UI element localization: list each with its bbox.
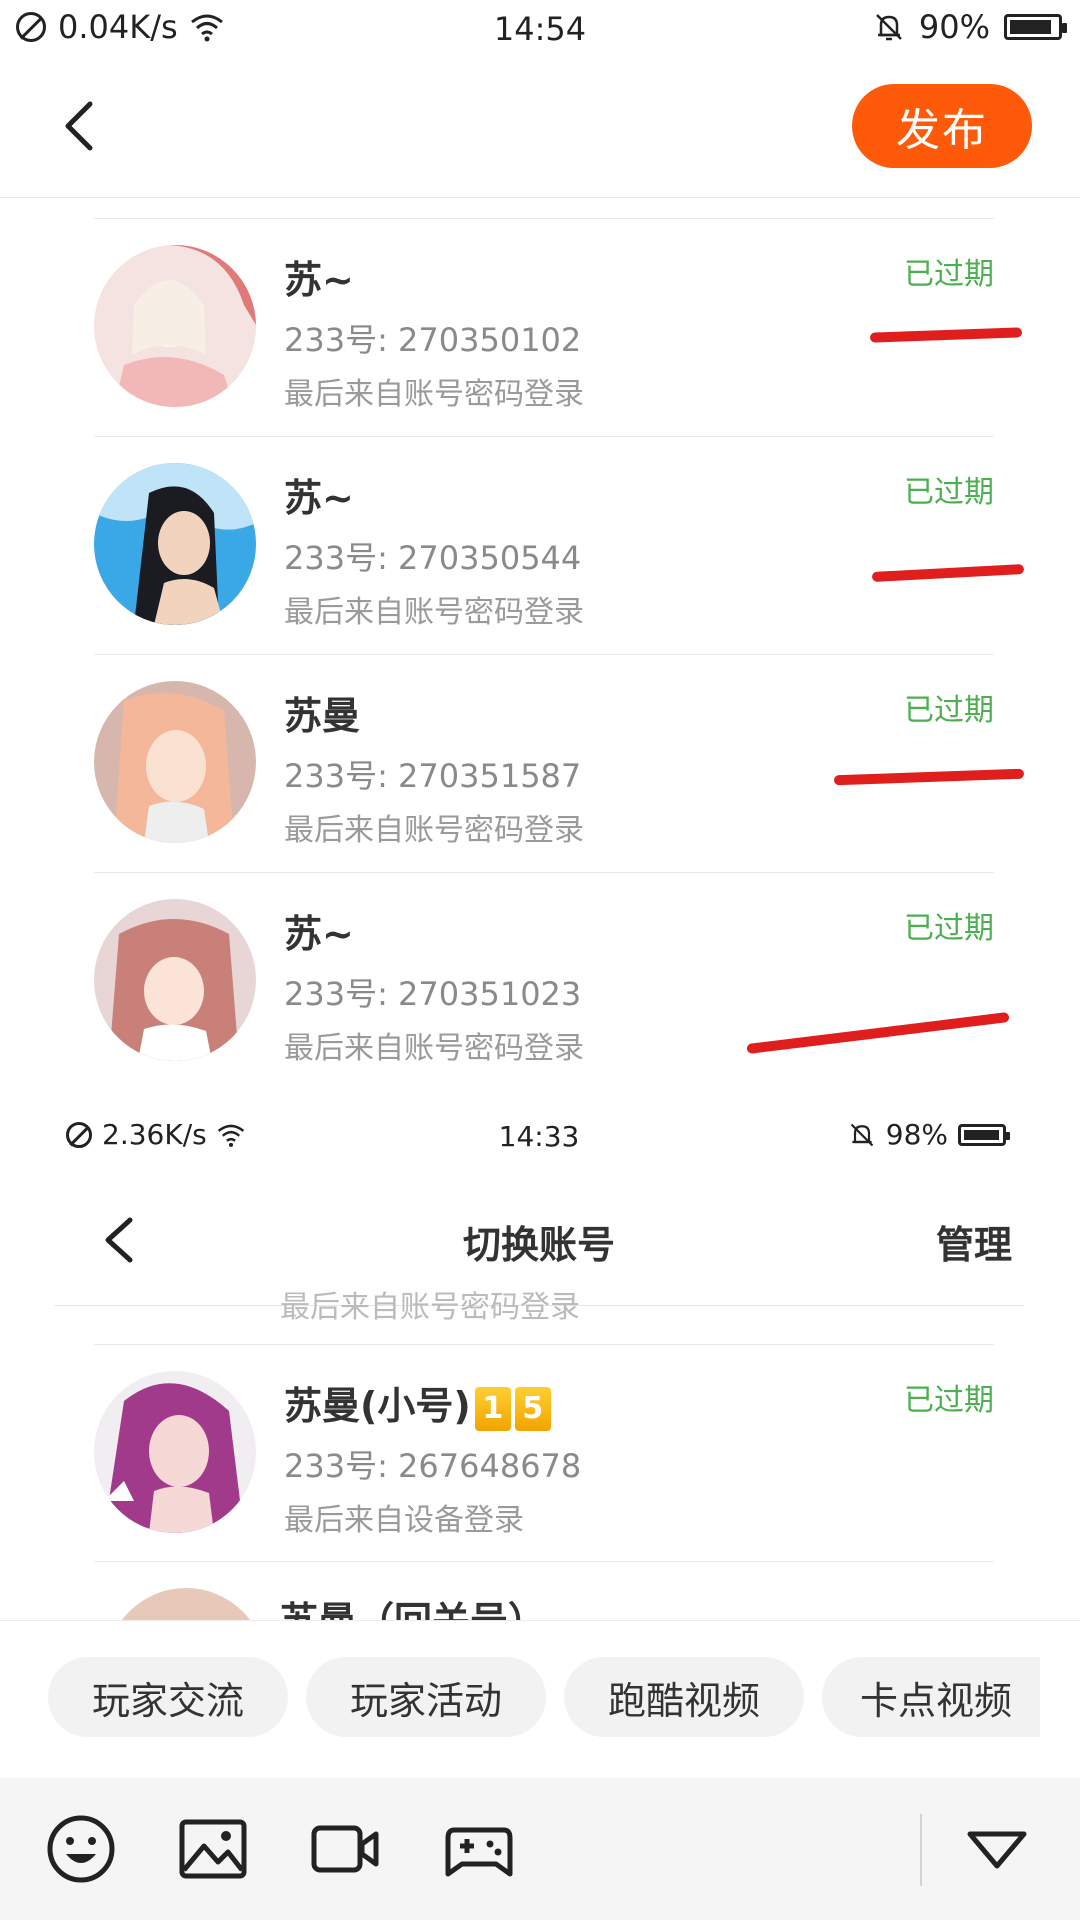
avatar: [94, 245, 256, 407]
status-right: 90%: [873, 8, 1067, 46]
account-row: 苏曼 233号: 270351587 最后来自账号密码登录 已过期: [94, 654, 994, 872]
post-header: 发布: [0, 58, 1080, 198]
account-id: 233号: 270351587: [284, 757, 582, 795]
embedded-screenshot-accounts: 苏~ 233号: 270350102 最后来自账号密码登录 已过期 苏~ 233…: [54, 198, 1012, 1078]
account-name: 苏曼: [284, 694, 361, 738]
status-badge: 已过期: [904, 1383, 994, 1418]
account-row: 苏~ 233号: 270351023 最后来自账号密码登录 已过期: [94, 872, 994, 1090]
manage-button[interactable]: 管理: [936, 1214, 1012, 1269]
account-login-method: 最后来自账号密码登录: [284, 813, 584, 848]
topic-chip[interactable]: 玩家活动: [306, 1657, 546, 1737]
partial-account-login-text: 最后来自账号密码登录: [280, 1290, 580, 1325]
partial-account-name: 苏曼（回关号）: [280, 1590, 546, 1620]
status-badge: 已过期: [904, 693, 994, 728]
avatar: [94, 463, 256, 625]
status-badge: 已过期: [904, 257, 994, 292]
back-icon[interactable]: [52, 96, 112, 156]
toolbar-divider: [920, 1814, 922, 1886]
avatar: [94, 899, 256, 1061]
page-title: 切换账号: [462, 1223, 615, 1267]
account-login-method: 最后来自设备登录: [284, 1503, 524, 1538]
battery-percent: 90%: [918, 8, 990, 46]
status-bar: 2.36K/s 14:33 98%: [54, 1104, 1024, 1164]
status-right: 98%: [848, 1118, 1010, 1151]
account-id: 233号: 270351023: [284, 975, 582, 1013]
account-name: 苏曼(小号) 1 5: [284, 1375, 551, 1431]
avatar: [106, 1588, 266, 1620]
account-name-text: 苏曼(小号): [284, 1384, 471, 1428]
battery-icon: [1004, 14, 1067, 40]
account-name: 苏~: [284, 476, 354, 520]
collapse-icon[interactable]: [962, 1814, 1032, 1884]
emoji-icon[interactable]: [46, 1814, 116, 1884]
level-badge: 1: [474, 1386, 511, 1431]
account-id: 233号: 270350102: [284, 321, 582, 359]
topic-chip[interactable]: 跑酷视频: [564, 1657, 804, 1737]
account-login-method: 最后来自账号密码登录: [284, 1031, 584, 1066]
account-row: 苏~ 233号: 270350102 最后来自账号密码登录 已过期: [94, 218, 994, 436]
battery-percent: 98%: [885, 1118, 948, 1151]
topic-chip[interactable]: 玩家交流: [48, 1657, 288, 1737]
account-name: 苏~: [284, 258, 354, 302]
composer-toolbar: [0, 1778, 1080, 1920]
avatar: [94, 681, 256, 843]
account-login-method: 最后来自账号密码登录: [284, 377, 584, 412]
topic-chip[interactable]: 卡点视频: [822, 1657, 1040, 1737]
account-name: 苏~: [284, 912, 354, 956]
publish-button[interactable]: 发布: [852, 84, 1032, 168]
image-icon[interactable]: [178, 1814, 248, 1884]
battery-icon: [958, 1123, 1010, 1146]
status-badge: 已过期: [904, 911, 994, 946]
status-badge: 已过期: [904, 475, 994, 510]
mute-bell-icon: [875, 14, 902, 41]
account-id: 233号: 270350544: [284, 539, 582, 577]
account-row: 苏~ 233号: 270350544 最后来自账号密码登录 已过期: [94, 436, 994, 654]
mute-bell-icon: [850, 1123, 874, 1146]
embedded-screenshot-switch-account: 2.36K/s 14:33 98% 切换账号 管理 最后来自账号密码登录 苏曼(…: [54, 1104, 1024, 1620]
account-id: 233号: 267648678: [284, 1447, 582, 1485]
video-icon[interactable]: [310, 1814, 380, 1884]
account-login-method: 最后来自账号密码登录: [284, 595, 584, 630]
level-badge: 5: [514, 1386, 551, 1431]
avatar: [94, 1371, 256, 1533]
account-row[interactable]: 苏曼(小号) 1 5 233号: 267648678 最后来自设备登录 已过期: [94, 1344, 994, 1562]
topic-chips: 玩家交流 玩家活动 跑酷视频 卡点视频: [0, 1620, 1080, 1778]
status-bar: 0.04K/s 14:54 90%: [0, 0, 1080, 58]
gamepad-icon[interactable]: [444, 1814, 514, 1884]
